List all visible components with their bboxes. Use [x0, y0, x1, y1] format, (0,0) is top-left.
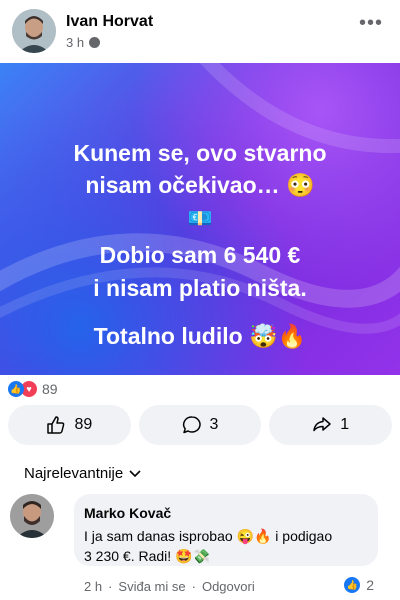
- globe-icon: [89, 37, 101, 48]
- post-time[interactable]: 3 h: [66, 35, 84, 50]
- like-reaction-icon: 👍: [344, 577, 361, 593]
- post-meta: 3 h: [66, 35, 101, 50]
- post-actions: 89 3 1: [8, 405, 393, 445]
- reaction-summary[interactable]: 👍 ♥ 89: [8, 381, 58, 397]
- hero-line-4: Dobio sam 6 540 €: [99, 242, 301, 268]
- hero-line-6: Totalno ludilo 🤯🔥: [93, 323, 307, 349]
- comment-like-count: 2: [366, 577, 374, 593]
- more-options-icon[interactable]: •••: [359, 12, 383, 35]
- comment-bubble[interactable]: Marko Kovač I ja sam danas isprobao 😜🔥 i…: [74, 494, 378, 566]
- comment-sort-dropdown[interactable]: Najrelevantnije: [24, 465, 141, 482]
- like-button[interactable]: 89: [8, 405, 131, 445]
- commenter-name[interactable]: Marko Kovač: [84, 505, 171, 521]
- comment-count: 3: [209, 416, 219, 433]
- commenter-avatar[interactable]: [10, 494, 54, 538]
- share-count: 1: [340, 416, 350, 433]
- comment-like-link[interactable]: Sviđa mi se: [118, 579, 185, 594]
- like-reaction-icon: 👍: [8, 381, 24, 397]
- chevron-down-icon: [129, 469, 141, 477]
- hero-line-5: i nisam platio ništa.: [93, 275, 307, 301]
- like-count: 89: [74, 416, 93, 433]
- separator-dot: ·: [108, 579, 113, 594]
- sort-label: Najrelevantnije: [24, 465, 124, 482]
- comment-time[interactable]: 2 h: [84, 579, 102, 594]
- author-name[interactable]: Ivan Horvat: [66, 13, 153, 31]
- author-avatar[interactable]: [12, 9, 56, 53]
- comment-meta: 2 h · Sviđa mi se · Odgovori: [84, 579, 255, 594]
- comment-reply-link[interactable]: Odgovori: [202, 579, 255, 594]
- hero-line-1: Kunem se, ovo stvarno: [73, 140, 327, 166]
- comment-reaction-summary[interactable]: 👍 2: [344, 577, 374, 593]
- comment-button[interactable]: 3: [138, 405, 262, 445]
- post-header: Ivan Horvat 3 h •••: [0, 0, 400, 60]
- reaction-count: 89: [42, 381, 58, 397]
- hero-line-2: nisam očekivao… 😳: [85, 172, 315, 198]
- share-button[interactable]: 1: [269, 405, 393, 445]
- share-icon: [313, 417, 331, 432]
- comment-text-line-2: 3 230 €. Radi! 🤩💸: [84, 548, 210, 564]
- hero-line-3: 💶: [187, 208, 213, 230]
- comment-icon: [182, 416, 201, 434]
- thumbs-up-icon: [47, 416, 65, 434]
- comment-text: I ja sam danas isprobao 😜🔥 i podigao 3 2…: [84, 526, 374, 566]
- comment-text-line-1: I ja sam danas isprobao 😜🔥 i podigao: [84, 528, 333, 544]
- post-image[interactable]: Kunem se, ovo stvarno nisam očekivao… 😳 …: [0, 63, 400, 375]
- separator-dot: ·: [191, 579, 196, 594]
